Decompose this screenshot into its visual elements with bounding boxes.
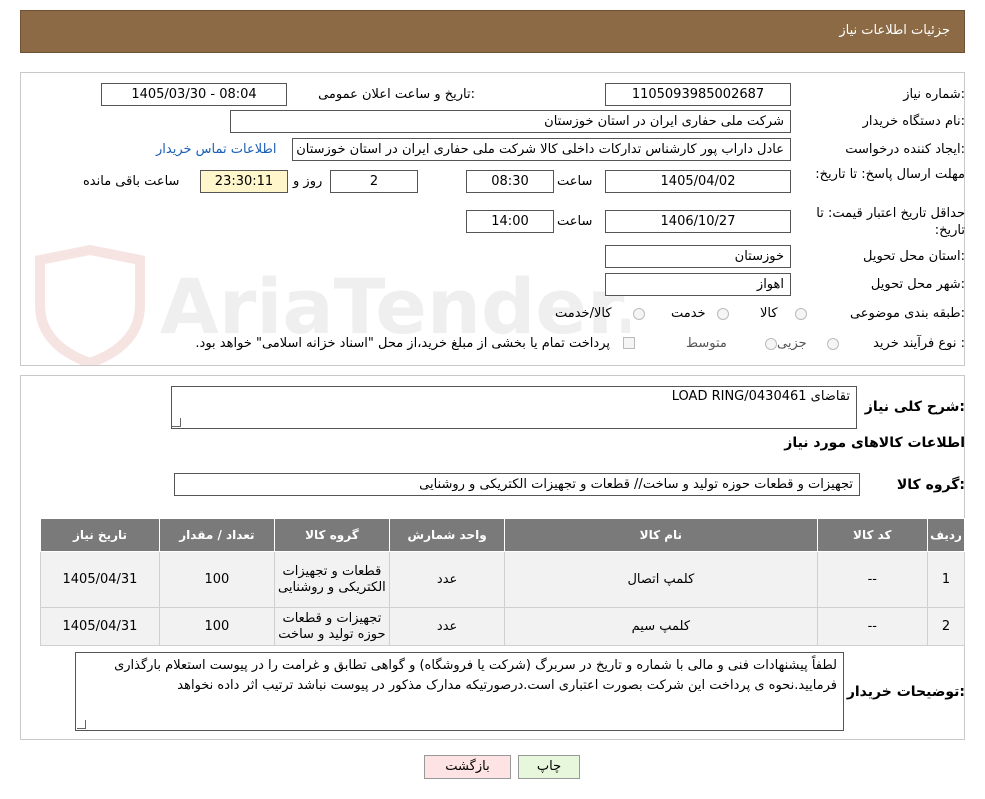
cell-code: -- (816, 551, 929, 608)
buyer-notes-field: لطفاً پیشنهادات فنی و مالی با شماره و تا… (75, 652, 844, 731)
table-row: 2 -- کلمپ سیم عدد تجهیزات و قطعات حوزه ت… (40, 607, 965, 646)
col-code: کد کالا (816, 518, 929, 552)
price-validity-label: حداقل تاریخ اعتبار قیمت: تا تاریخ: (805, 205, 965, 239)
table-header-row: ردیف کد کالا نام کالا واحد شمارش گروه کا… (40, 518, 965, 552)
remaining-label: ساعت باقی مانده (83, 174, 180, 189)
cell-row: 2 (927, 607, 965, 646)
validity-date-field: 1406/10/27 (605, 210, 791, 233)
remaining-time-field: 23:30:11 (200, 170, 288, 193)
payment-checkbox[interactable] (623, 337, 635, 349)
goods-group-label: گروه کالا: (896, 477, 965, 493)
cell-row: 1 (927, 551, 965, 608)
reply-deadline-label: مهلت ارسال پاسخ: تا تاریخ: (815, 166, 965, 183)
province-label: استان محل تحویل: (863, 249, 965, 264)
requester-label: ایجاد کننده درخواست: (845, 142, 965, 157)
reply-deadline-text: مهلت ارسال پاسخ: تا تاریخ: (815, 167, 965, 182)
notes-resize-handle[interactable] (77, 720, 86, 729)
page-header: جزئیات اطلاعات نیاز (20, 10, 965, 53)
summary-resize-handle[interactable] (172, 418, 181, 427)
cell-qty: 100 (158, 551, 275, 608)
days-field: 2 (330, 170, 418, 193)
back-button[interactable]: بازگشت (424, 755, 511, 779)
category-radio-goods-service[interactable] (633, 308, 645, 320)
table-row: 1 -- کلمپ اتصال عدد قطعات و تجهیزات الکت… (40, 551, 965, 608)
process-radio-small[interactable] (827, 338, 839, 350)
cell-date: 1405/04/31 (40, 607, 160, 646)
col-row: ردیف (927, 518, 965, 552)
summary-field: تقاضای LOAD RING/0430461 (171, 386, 857, 429)
category-option-goods-service: کالا/خدمت (555, 306, 612, 321)
cell-date: 1405/04/31 (40, 551, 160, 608)
announce-datetime-field: 1405/03/30 - 08:04 (101, 83, 287, 106)
process-type-label: نوع فرآیند خرید : (873, 336, 965, 351)
category-radio-goods[interactable] (795, 308, 807, 320)
process-radio-medium[interactable] (765, 338, 777, 350)
requester-field: عادل داراب پور کارشناس تدارکات داخلی کال… (292, 138, 791, 161)
summary-label: شرح کلی نیاز: (864, 399, 965, 415)
col-qty: تعداد / مقدار (158, 518, 275, 552)
cell-qty: 100 (158, 607, 275, 646)
col-date: تاریخ نیاز (40, 518, 160, 552)
buyer-contact-link[interactable]: اطلاعات تماس خریدار (156, 142, 276, 157)
city-field: اهواز (605, 273, 791, 296)
process-option-small: جزیی (777, 336, 807, 351)
need-number-field: 1105093985002687 (605, 83, 791, 106)
col-name: نام کالا (504, 518, 818, 552)
province-field: خوزستان (605, 245, 791, 268)
goods-info-heading: اطلاعات کالاهای مورد نیاز (784, 435, 965, 451)
cell-code: -- (816, 607, 929, 646)
cell-name: کلمپ اتصال (504, 551, 818, 608)
buyer-notes-label: توضیحات خریدار: (846, 684, 965, 700)
reply-date-field: 1405/04/02 (605, 170, 791, 193)
city-label: شهر محل تحویل: (870, 277, 965, 292)
payment-note: پرداخت تمام یا بخشی از مبلغ خرید،از محل … (195, 336, 610, 351)
validity-time-label: ساعت (557, 214, 593, 229)
buyer-org-field: شرکت ملی حفاری ایران در استان خوزستان (230, 110, 791, 133)
process-option-medium: متوسط (686, 336, 727, 351)
buyer-org-label: نام دستگاه خریدار: (862, 114, 965, 129)
print-button[interactable]: چاپ (518, 755, 580, 779)
items-table: ردیف کد کالا نام کالا واحد شمارش گروه کا… (40, 518, 965, 646)
goods-group-field: تجهیزات و قطعات حوزه تولید و ساخت// قطعا… (174, 473, 860, 496)
announce-datetime-label: تاریخ و ساعت اعلان عمومی: (318, 87, 475, 102)
price-validity-text: حداقل تاریخ اعتبار قیمت: تا تاریخ: (816, 206, 965, 238)
category-label: طبقه بندی موضوعی: (849, 306, 965, 321)
cell-unit: عدد (389, 607, 506, 646)
cell-name: کلمپ سیم (504, 607, 818, 646)
reply-time-field: 08:30 (466, 170, 554, 193)
reply-time-label: ساعت (557, 174, 593, 189)
category-option-service: خدمت (671, 306, 706, 321)
buyer-notes-text: لطفاً پیشنهادات فنی و مالی با شماره و تا… (114, 658, 837, 693)
page-title: جزئیات اطلاعات نیاز (839, 23, 950, 38)
category-option-goods: کالا (760, 306, 778, 321)
validity-time-field: 14:00 (466, 210, 554, 233)
cell-group: تجهیزات و قطعات حوزه تولید و ساخت (273, 607, 391, 646)
day-and-label: روز و (293, 174, 323, 189)
col-group: گروه کالا (273, 518, 391, 552)
category-radio-service[interactable] (717, 308, 729, 320)
summary-text: تقاضای LOAD RING/0430461 (671, 389, 850, 404)
cell-group: قطعات و تجهیزات الکتریکی و روشنایی (273, 551, 391, 608)
need-number-label: شماره نیاز: (903, 87, 965, 102)
col-unit: واحد شمارش (389, 518, 506, 552)
cell-unit: عدد (389, 551, 506, 608)
